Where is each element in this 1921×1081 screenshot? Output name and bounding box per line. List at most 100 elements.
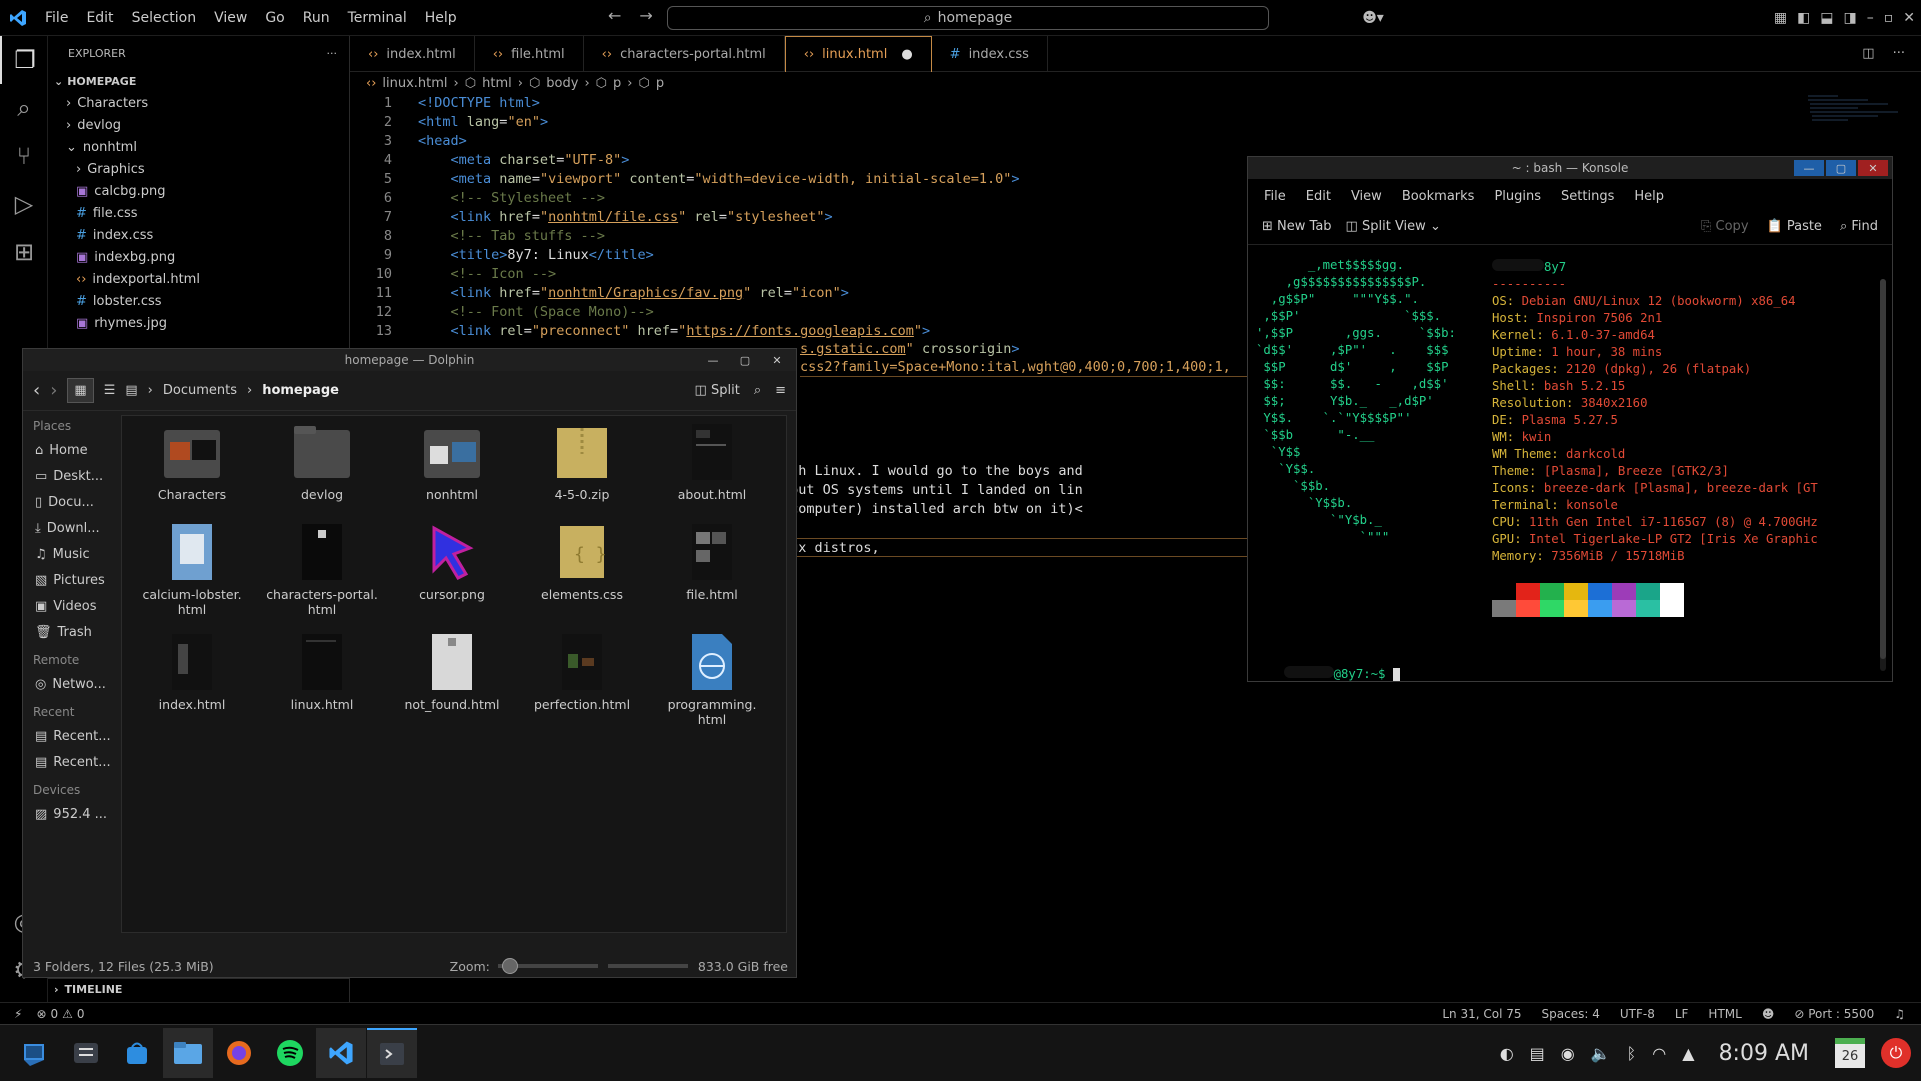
minimize-icon[interactable]: –	[1867, 10, 1874, 26]
menu-help[interactable]: Help	[1634, 189, 1664, 204]
place-pictures[interactable]: ▧ Pictures	[23, 567, 118, 593]
source-control-icon[interactable]: ⑂	[0, 132, 48, 180]
back-arrow-icon[interactable]: ←	[608, 6, 621, 25]
search-icon[interactable]: ⌕	[754, 383, 761, 398]
split-button[interactable]: ◫ Split	[695, 383, 740, 398]
path-segment[interactable]: Documents	[163, 383, 237, 398]
place-desktop[interactable]: ▭ Deskt...	[23, 463, 118, 489]
tray-expand-icon[interactable]: ▲	[1682, 1044, 1694, 1063]
vscode-taskbar-icon[interactable]	[316, 1028, 366, 1078]
menu-view[interactable]: View	[205, 0, 256, 36]
copy-button[interactable]: ⎘ Copy	[1701, 219, 1749, 234]
tab-characters-portal[interactable]: ‹› characters-portal.html	[584, 36, 785, 72]
volume-icon[interactable]: 🔈	[1591, 1044, 1611, 1063]
file-item-linux[interactable]: linux.html	[262, 634, 382, 712]
layout-icon[interactable]: ▦	[1774, 10, 1787, 26]
forward-icon[interactable]: ›	[50, 380, 57, 401]
konsole-titlebar[interactable]: ~ : bash — Konsole — ▢ ✕	[1248, 157, 1892, 179]
search-icon[interactable]: ⌕	[0, 84, 48, 132]
place-recent-locations[interactable]: ▤ Recent...	[23, 749, 118, 775]
calendar-icon[interactable]: 26	[1835, 1038, 1865, 1068]
file-item-zip[interactable]: 4-5-0.zip	[522, 424, 642, 502]
toggle-secondary-icon[interactable]: ◨	[1844, 10, 1857, 26]
place-videos[interactable]: ▣ Videos	[23, 593, 118, 619]
problems-indicator[interactable]: ⊗ 0 ⚠ 0	[36, 1007, 84, 1021]
explorer-root[interactable]: ⌄ HOMEPAGE	[48, 70, 349, 92]
file-item-programming[interactable]: programming. html	[652, 634, 772, 727]
menu-file[interactable]: File	[36, 0, 77, 36]
copilot-status-icon[interactable]: ☻	[1762, 1007, 1775, 1021]
firefox-icon[interactable]	[214, 1028, 264, 1078]
breadcrumb-item[interactable]: p	[656, 76, 664, 91]
file-item-devlog[interactable]: devlog	[262, 424, 382, 502]
file-item-about[interactable]: about.html	[652, 424, 772, 502]
file-item-file-html[interactable]: file.html	[652, 524, 772, 602]
menu-bookmarks[interactable]: Bookmarks	[1402, 189, 1475, 204]
menu-help[interactable]: Help	[416, 0, 466, 36]
menu-settings[interactable]: Settings	[1561, 189, 1614, 204]
file-item-elements[interactable]: { } elements.css	[522, 524, 642, 602]
menu-view[interactable]: View	[1351, 189, 1382, 204]
run-debug-icon[interactable]: ▷	[0, 180, 48, 228]
media-player-icon[interactable]: ◉	[1561, 1044, 1575, 1063]
tree-item-lobster-css[interactable]: # lobster.css	[48, 290, 349, 312]
maximize-icon[interactable]: ▢	[730, 352, 760, 368]
tree-item-graphics[interactable]: › Graphics	[48, 158, 349, 180]
tab-file-html[interactable]: ‹› file.html	[475, 36, 584, 72]
place-downloads[interactable]: ⤓ Downl...	[23, 515, 118, 541]
menu-file[interactable]: File	[1264, 189, 1286, 204]
compact-view-icon[interactable]: ▤	[125, 383, 137, 398]
details-view-icon[interactable]: ☰	[104, 383, 116, 398]
encoding[interactable]: UTF-8	[1620, 1007, 1655, 1021]
system-settings-icon[interactable]	[61, 1028, 111, 1078]
breadcrumb-item[interactable]: body	[546, 76, 578, 91]
tree-item-indexportal[interactable]: ‹› indexportal.html	[48, 268, 349, 290]
maximize-icon[interactable]: ▢	[1826, 160, 1856, 176]
copilot-icon[interactable]: ☻▾	[1362, 10, 1384, 26]
dolphin-titlebar[interactable]: homepage — Dolphin — ▢ ✕	[23, 349, 796, 371]
forward-arrow-icon[interactable]: →	[639, 6, 652, 25]
more-actions-icon[interactable]: ···	[327, 47, 338, 60]
tree-item-calcbg[interactable]: ▣ calcbg.png	[48, 180, 349, 202]
toggle-sidebar-icon[interactable]: ◧	[1797, 10, 1810, 26]
place-home[interactable]: ⌂ Home	[23, 437, 118, 463]
dolphin-file-manager-icon[interactable]	[163, 1028, 213, 1078]
zoom-slider[interactable]	[497, 958, 598, 974]
breadcrumb-item[interactable]: html	[482, 76, 512, 91]
close-icon[interactable]: ✕	[1858, 160, 1888, 176]
tab-index-html[interactable]: ‹› index.html	[350, 36, 475, 72]
place-trash[interactable]: 🗑 Trash	[23, 619, 118, 645]
breadcrumb-item[interactable]: p	[613, 76, 621, 91]
language-mode[interactable]: HTML	[1708, 1007, 1741, 1021]
shell-prompt[interactable]: @8y7:~$	[1254, 649, 1400, 700]
place-documents[interactable]: ▯ Docu...	[23, 489, 118, 515]
more-actions-icon[interactable]: ···	[1893, 46, 1905, 61]
remote-icon[interactable]: ⚡	[0, 1007, 36, 1021]
back-icon[interactable]: ‹	[33, 380, 40, 401]
tab-linux-html[interactable]: ‹› linux.html ●	[784, 36, 932, 72]
breadcrumb-item[interactable]: linux.html	[382, 76, 447, 91]
icons-view-icon[interactable]: ▦	[67, 378, 94, 403]
file-item-characters[interactable]: Characters	[132, 424, 252, 502]
place-network[interactable]: ◎ Netwo...	[23, 671, 118, 697]
command-center-search[interactable]: ⌕ homepage	[667, 6, 1269, 30]
power-icon[interactable]: ⏻	[1881, 1038, 1911, 1068]
wifi-icon[interactable]: ◠	[1652, 1044, 1666, 1063]
maximize-icon[interactable]: ▫	[1884, 10, 1894, 26]
timeline-section[interactable]: › TIMELINE	[48, 978, 350, 1000]
place-recent-files[interactable]: ▤ Recent...	[23, 723, 118, 749]
menu-run[interactable]: Run	[294, 0, 339, 36]
indentation[interactable]: Spaces: 4	[1542, 1007, 1600, 1021]
menu-go[interactable]: Go	[256, 0, 293, 36]
file-item-cursor[interactable]: cursor.png	[392, 524, 512, 602]
menu-edit[interactable]: Edit	[77, 0, 122, 36]
menu-terminal[interactable]: Terminal	[339, 0, 416, 36]
steam-tray-icon[interactable]: ◐	[1500, 1044, 1514, 1063]
toggle-panel-icon[interactable]: ⬓	[1820, 10, 1833, 26]
file-item-index[interactable]: index.html	[132, 634, 252, 712]
tree-item-file-css[interactable]: # file.css	[48, 202, 349, 224]
tree-item-rhymes[interactable]: ▣ rhymes.jpg	[48, 312, 349, 334]
app-launcher-icon[interactable]	[10, 1028, 60, 1078]
new-tab-button[interactable]: ⊞ New Tab	[1262, 219, 1332, 234]
notifications-bell-icon[interactable]: ♫	[1894, 1007, 1905, 1021]
